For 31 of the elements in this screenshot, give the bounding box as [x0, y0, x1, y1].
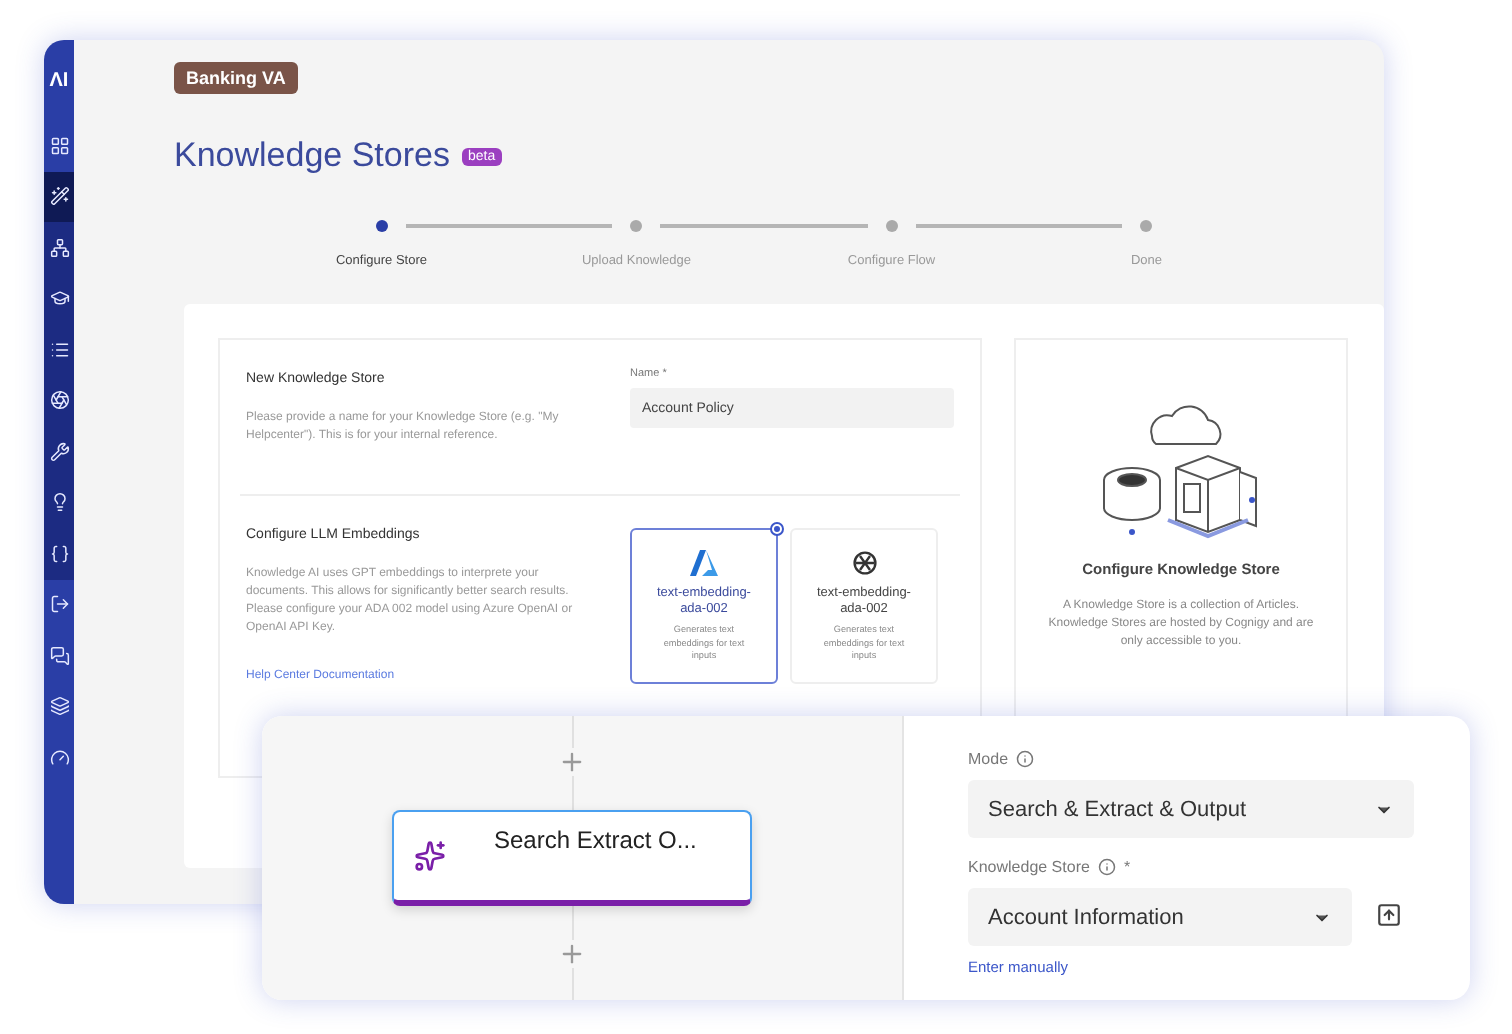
network-icon — [49, 237, 69, 258]
info-icon[interactable] — [1016, 750, 1035, 768]
field-label: Mode — [968, 750, 1009, 768]
required-mark: * — [1123, 858, 1131, 876]
upload-icon[interactable] — [1376, 902, 1402, 928]
radio-icon — [770, 522, 784, 536]
grid-icon — [49, 135, 69, 156]
sidebar-item[interactable] — [44, 171, 74, 222]
knot-logo-icon — [851, 550, 877, 576]
sparkles-icon — [414, 840, 446, 872]
braces-icon — [49, 543, 69, 564]
logo: ΛI — [47, 67, 71, 95]
page-title: Knowledge Stores — [174, 136, 450, 176]
field-label: Knowledge Store — [968, 858, 1090, 876]
sidebar-item[interactable] — [44, 222, 74, 273]
knowledge-store-select[interactable]: Account Information — [968, 888, 1352, 946]
a-logo-icon — [690, 550, 718, 576]
chat-icon — [49, 645, 69, 666]
flow-node[interactable]: Search Extract O... — [392, 810, 752, 906]
lightbulb-icon — [49, 492, 69, 513]
exit-icon — [49, 594, 69, 615]
gauge-icon — [49, 747, 69, 768]
info-icon[interactable] — [1097, 858, 1116, 876]
wand-icon — [49, 186, 69, 207]
graduation-cap-icon — [49, 288, 69, 309]
aperture-icon — [49, 390, 69, 411]
wrench-icon — [49, 441, 69, 462]
mode-select[interactable]: Search & Extract & Output — [968, 780, 1414, 838]
sidebar-item[interactable] — [44, 528, 74, 579]
project-badge[interactable]: Banking VA — [174, 62, 298, 94]
layers-icon — [49, 696, 69, 717]
